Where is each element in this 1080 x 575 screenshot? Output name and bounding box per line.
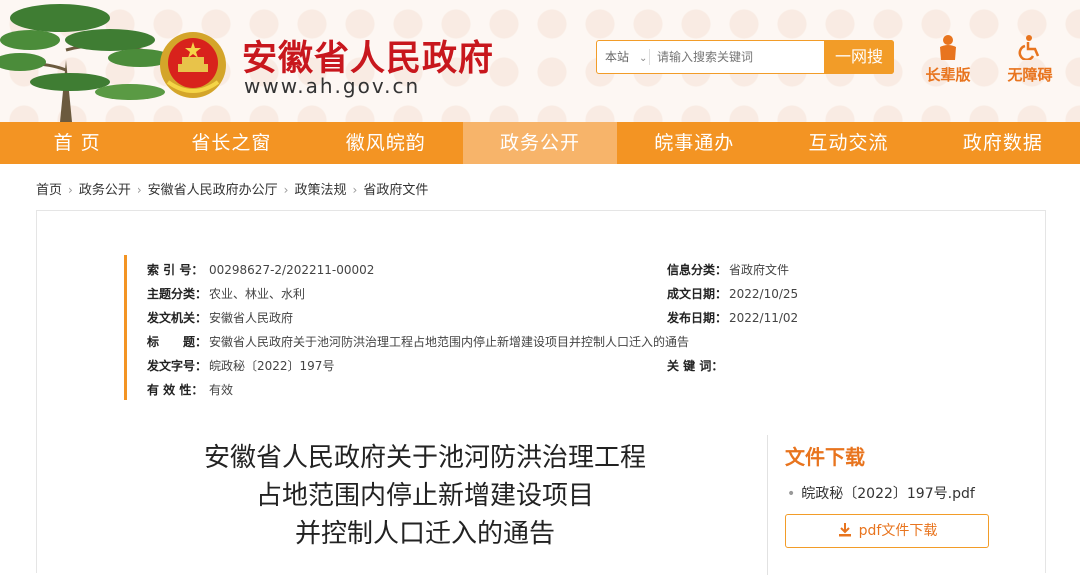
meta-key: 发文机关： xyxy=(147,311,208,325)
meta-key: 发布日期： xyxy=(667,311,728,325)
search-divider xyxy=(649,49,650,65)
pdf-download-button[interactable]: pdf文件下载 xyxy=(785,514,989,548)
bullet-icon: • xyxy=(787,486,796,502)
search-box: 本站 ⌄ 一网搜 xyxy=(596,40,894,74)
download-file-name: 皖政秘〔2022〕197号.pdf xyxy=(801,486,975,502)
elder-mode-button[interactable]: 长辈版 xyxy=(918,34,978,85)
national-emblem-icon xyxy=(160,32,226,98)
meta-doc-no: 发文字号： 皖政秘〔2022〕197号 xyxy=(147,357,334,374)
chevron-down-icon: ⌄ xyxy=(639,53,648,64)
meta-topic: 主题分类： 农业、林业、水利 xyxy=(147,285,305,302)
meta-key: 发文字号： xyxy=(147,359,208,373)
breadcrumb-general-office[interactable]: 安徽省人民政府办公厅 xyxy=(148,183,278,198)
meta-key: 有 效 性： xyxy=(147,383,204,397)
meta-published-date: 发布日期： 2022/11/02 xyxy=(667,309,798,326)
search-scope-label: 本站 xyxy=(605,50,630,64)
meta-value: 皖政秘〔2022〕197号 xyxy=(209,359,335,373)
nav-item-government-affairs[interactable]: 政务公开 xyxy=(462,122,618,164)
document-title-line: 并控制人口迁入的通告 xyxy=(294,519,555,549)
breadcrumb-provincial-documents[interactable]: 省政府文件 xyxy=(363,183,428,198)
search-button[interactable]: 一网搜 xyxy=(824,40,894,74)
meta-info-class: 信息分类： 省政府文件 xyxy=(667,261,789,278)
meta-key: 主题分类： xyxy=(147,287,208,301)
meta-keywords: 关 键 词： xyxy=(667,357,729,374)
meta-value: 农业、林业、水利 xyxy=(209,287,306,301)
breadcrumb: 首页 › 政务公开 › 安徽省人民政府办公厅 › 政策法规 › 省政府文件 xyxy=(36,179,428,198)
pine-tree-icon xyxy=(0,4,172,122)
sidebar-divider xyxy=(767,435,768,575)
nav-item-culture[interactable]: 徽风皖韵 xyxy=(309,122,463,164)
accessibility-label: 无障碍 xyxy=(1007,66,1053,84)
meta-value: 省政府文件 xyxy=(729,263,790,277)
nav-item-data[interactable]: 政府数据 xyxy=(926,122,1080,164)
breadcrumb-government-affairs[interactable]: 政务公开 xyxy=(79,183,131,198)
breadcrumb-home[interactable]: 首页 xyxy=(36,183,62,198)
accessibility-icon xyxy=(1018,35,1040,60)
chevron-right-icon: › xyxy=(136,183,142,197)
document-title: 安徽省人民政府关于池河防洪治理工程 占地范围内停止新增建设项目 并控制人口迁入的… xyxy=(167,439,683,553)
chevron-right-icon: › xyxy=(352,183,358,197)
document-metadata: 索 引 号： 00298627-2/202211-00002 主题分类： 农业、林业… xyxy=(124,255,824,400)
nav-item-governor[interactable]: 省长之窗 xyxy=(154,122,308,164)
meta-value: 有效 xyxy=(209,383,234,397)
search-input[interactable] xyxy=(653,42,823,72)
content-panel: 索 引 号： 00298627-2/202211-00002 主题分类： 农业、林业… xyxy=(36,210,1046,575)
meta-key: 索 引 号： xyxy=(147,263,204,277)
site-header: 安徽省人民政府 www.ah.gov.cn 本站⌄ 一网搜 长辈版 无障碍 xyxy=(0,0,1080,122)
meta-value: 2022/10/25 xyxy=(729,287,799,301)
elder-mode-label: 长辈版 xyxy=(925,66,971,84)
chevron-right-icon: › xyxy=(68,183,73,197)
meta-key: 信息分类： xyxy=(667,263,728,277)
nav-item-home[interactable]: 首 页 xyxy=(0,122,154,164)
nav-item-interaction[interactable]: 互动交流 xyxy=(771,122,925,164)
nav-item-services[interactable]: 皖事通办 xyxy=(617,122,771,164)
main-nav: 首 页 省长之窗 徽风皖韵 政务公开 皖事通办 互动交流 政府数据 xyxy=(0,122,1080,164)
meta-value: 安徽省人民政府关于池河防洪治理工程占地范围内停止新增建设项目并控制人口迁入的通告 xyxy=(209,335,690,349)
meta-created-date: 成文日期： 2022/10/25 xyxy=(667,285,798,302)
meta-value: 安徽省人民政府 xyxy=(209,311,294,325)
breadcrumb-policies[interactable]: 政策法规 xyxy=(294,183,346,198)
meta-value: 2022/11/02 xyxy=(729,311,799,325)
document-title-line: 占地范围内停止新增建设项目 xyxy=(255,481,594,511)
pdf-download-label: pdf文件下载 xyxy=(858,523,938,539)
chevron-right-icon: › xyxy=(283,183,289,197)
meta-value: 00298627-2/202211-00002 xyxy=(209,263,375,277)
download-heading: 文件下载 xyxy=(785,445,865,469)
meta-key: 标 题： xyxy=(147,335,208,349)
document-title-line: 安徽省人民政府关于池河防洪治理工程 xyxy=(203,443,646,473)
download-icon xyxy=(838,523,851,537)
meta-validity: 有 效 性： 有效 xyxy=(147,381,233,398)
meta-index-no: 索 引 号： 00298627-2/202211-00002 xyxy=(147,261,374,278)
meta-key: 成文日期： xyxy=(667,287,728,301)
download-file-link[interactable]: • 皖政秘〔2022〕197号.pdf xyxy=(787,483,975,503)
meta-subject: 标 题： 安徽省人民政府关于池河防洪治理工程占地范围内停止新增建设项目并控制人口迁… xyxy=(147,333,689,350)
meta-issuer: 发文机关： 安徽省人民政府 xyxy=(147,309,293,326)
search-scope-select[interactable]: 本站 ⌄ xyxy=(605,41,647,73)
site-url: www.ah.gov.cn xyxy=(244,74,421,98)
elder-icon xyxy=(940,35,956,60)
accessibility-button[interactable]: 无障碍 xyxy=(1000,34,1060,85)
meta-key: 关 键 词： xyxy=(667,359,724,373)
